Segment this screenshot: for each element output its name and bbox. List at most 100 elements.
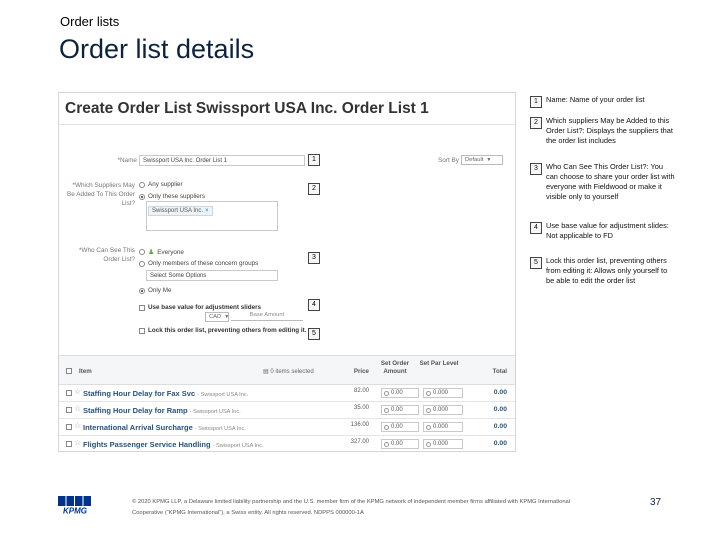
row-checkbox[interactable] bbox=[66, 424, 72, 430]
group-select[interactable]: Select Some Options bbox=[146, 270, 278, 281]
item-price: 136.00 bbox=[350, 422, 369, 428]
header-set-amount: Set Order Amount bbox=[380, 360, 410, 375]
legend-number: 5 bbox=[530, 257, 542, 269]
row-checkbox[interactable] bbox=[66, 407, 72, 413]
radio-selected-icon bbox=[139, 193, 145, 200]
callout-marker-1: 1 bbox=[308, 154, 320, 166]
chevron-down-icon: ▼ bbox=[224, 314, 230, 320]
stepper-icon bbox=[426, 425, 431, 430]
row-checkbox[interactable] bbox=[66, 390, 72, 396]
stepper-icon bbox=[426, 391, 431, 396]
callout-marker-2: 2 bbox=[308, 183, 320, 195]
visibility-option-everyone[interactable]: ♟ Everyone bbox=[139, 248, 184, 256]
item-price: 35.00 bbox=[353, 405, 369, 411]
slide-subtitle: Order lists bbox=[60, 14, 120, 29]
supplier-option-any[interactable]: Any supplier bbox=[139, 181, 183, 188]
legend-number: 4 bbox=[530, 222, 542, 234]
header-set-level: Set Par Level bbox=[419, 360, 459, 367]
par-level-input[interactable]: 0.000 bbox=[423, 388, 463, 398]
currency-select[interactable]: CAD ▼ bbox=[205, 312, 229, 322]
par-level-input[interactable]: 0.000 bbox=[423, 422, 463, 432]
page-number: 37 bbox=[650, 497, 662, 508]
base-amount-input[interactable]: Base Amount bbox=[231, 312, 303, 321]
title-divider bbox=[59, 124, 515, 125]
suppliers-label: *Which Suppliers May Be Added To This Or… bbox=[67, 182, 135, 207]
items-selected-count: ▤ 0 items selected bbox=[263, 369, 314, 375]
order-list-screenshot: Create Order List Swissport USA Inc. Ord… bbox=[58, 92, 516, 452]
kpmg-logo: KPMG bbox=[58, 496, 91, 515]
visibility-option-only-me[interactable]: Only Me bbox=[139, 287, 171, 294]
header-price: Price bbox=[353, 368, 369, 375]
star-icon[interactable]: ☆ bbox=[74, 421, 81, 430]
radio-icon bbox=[139, 181, 145, 188]
checkbox-icon bbox=[139, 327, 145, 334]
sort-by-label: Sort By bbox=[438, 157, 459, 164]
who-can-see-label: *Who Can See This Order List? bbox=[78, 247, 135, 263]
star-icon[interactable]: ☆ bbox=[74, 438, 81, 447]
supplier-option-only[interactable]: Only these suppliers bbox=[139, 193, 205, 200]
legend-text: Use base value for adjustment slides: No… bbox=[546, 221, 669, 240]
item-price: 82.00 bbox=[353, 388, 369, 394]
legend-number: 3 bbox=[530, 163, 542, 175]
base-value-checkbox[interactable]: Use base value for adjustment sliders bbox=[139, 304, 261, 311]
table-header: Item ▤ 0 items selected Price Set Order … bbox=[59, 355, 515, 385]
legend-text: Name: Name of your order list bbox=[546, 95, 645, 104]
table-row[interactable]: ☆ Staffing Hour Delay for Fax Svc - Swis… bbox=[59, 385, 515, 402]
radio-icon bbox=[139, 249, 145, 255]
trash-icon[interactable]: ▤ bbox=[263, 369, 269, 375]
par-level-input[interactable]: 0.000 bbox=[423, 405, 463, 415]
slide-title: Order list details bbox=[59, 34, 255, 64]
table-row[interactable]: ☆ International Arrival Surcharge - Swis… bbox=[59, 419, 515, 436]
row-checkbox[interactable] bbox=[66, 441, 72, 447]
order-amount-input[interactable]: 0.00 bbox=[381, 405, 419, 415]
header-total: Total bbox=[492, 368, 507, 375]
par-level-input[interactable]: 0.000 bbox=[423, 439, 463, 449]
radio-icon bbox=[139, 260, 145, 267]
star-icon[interactable]: ☆ bbox=[74, 404, 81, 413]
visibility-option-groups[interactable]: Only members of these concern groups bbox=[139, 260, 258, 267]
legend-text: Who Can See This Order List?: You can ch… bbox=[546, 162, 675, 201]
stepper-icon bbox=[426, 442, 431, 447]
item-total: 0.00 bbox=[493, 440, 507, 447]
legend-number: 1 bbox=[530, 96, 542, 108]
stepper-icon bbox=[384, 408, 389, 413]
legend-text: Lock this order list, preventing others … bbox=[546, 256, 668, 285]
table-row[interactable]: ☆ Flights Passenger Service Handling - S… bbox=[59, 436, 515, 451]
order-amount-input[interactable]: 0.00 bbox=[381, 388, 419, 398]
sort-by-select[interactable]: Default ▼ bbox=[461, 155, 503, 165]
lock-list-checkbox[interactable]: Lock this order list, preventing others … bbox=[139, 327, 307, 334]
item-total: 0.00 bbox=[493, 423, 507, 430]
item-name[interactable]: Staffing Hour Delay for Fax Svc - Swissp… bbox=[83, 389, 248, 398]
item-name[interactable]: Staffing Hour Delay for Ramp - Swissport… bbox=[83, 406, 241, 415]
stepper-icon bbox=[384, 391, 389, 396]
svg-text:KPMG: KPMG bbox=[63, 507, 87, 515]
chevron-down-icon: ▼ bbox=[486, 157, 492, 163]
table-row[interactable]: ☆ Staffing Hour Delay for Ramp - Swisspo… bbox=[59, 402, 515, 419]
order-amount-input[interactable]: 0.00 bbox=[381, 439, 419, 449]
supplier-tag[interactable]: Swissport USA Inc. × bbox=[148, 206, 213, 216]
callout-marker-4: 4 bbox=[308, 299, 320, 311]
legend-number: 2 bbox=[530, 117, 542, 129]
callout-marker-5: 5 bbox=[308, 328, 320, 340]
legend-text: Which suppliers May be Added to this Ord… bbox=[546, 116, 673, 145]
select-all-checkbox[interactable] bbox=[66, 368, 72, 374]
name-input[interactable]: Swissport USA Inc. Order List 1 bbox=[139, 155, 305, 166]
item-price: 327.00 bbox=[350, 439, 369, 445]
stepper-icon bbox=[384, 442, 389, 447]
item-total: 0.00 bbox=[493, 389, 507, 396]
form-title: Create Order List Swissport USA Inc. Ord… bbox=[65, 100, 429, 117]
remove-tag-icon[interactable]: × bbox=[205, 208, 209, 214]
name-label: *Name bbox=[117, 157, 137, 164]
copyright-footnote: © 2020 KPMG LLP, a Delaware limited liab… bbox=[132, 499, 571, 516]
checkbox-icon bbox=[139, 304, 145, 311]
item-name[interactable]: International Arrival Surcharge - Swissp… bbox=[83, 423, 246, 432]
stepper-icon bbox=[426, 408, 431, 413]
stepper-icon bbox=[384, 425, 389, 430]
star-icon[interactable]: ☆ bbox=[74, 387, 81, 396]
order-amount-input[interactable]: 0.00 bbox=[381, 422, 419, 432]
item-name[interactable]: Flights Passenger Service Handling - Swi… bbox=[83, 440, 264, 449]
people-icon: ♟ bbox=[148, 249, 155, 256]
header-item: Item bbox=[79, 368, 92, 375]
callout-marker-3: 3 bbox=[308, 252, 320, 264]
radio-selected-icon bbox=[139, 287, 145, 294]
